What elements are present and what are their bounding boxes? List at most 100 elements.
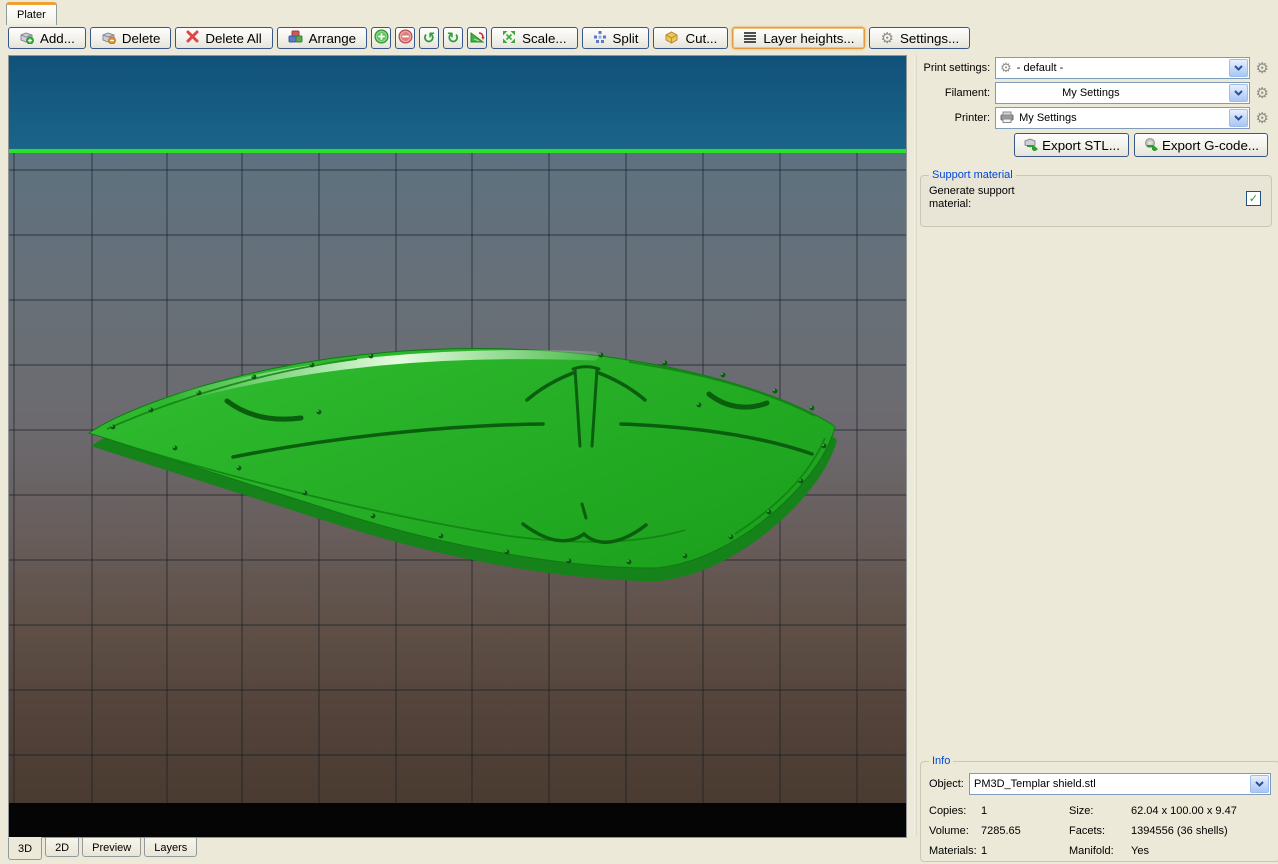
filament-label: Filament: [944,87,991,99]
split-button-label: Split [612,30,639,46]
chevron-down-icon[interactable] [1228,84,1248,102]
generate-support-label: Generate support material: [929,185,1015,210]
manifold-value: Yes [1131,845,1149,857]
printer-row: Printer: My Settings ⚙ [920,107,1272,129]
support-material-legend: Support material [932,169,1013,181]
view-tab-layers[interactable]: Layers [144,837,198,857]
panel-splitter[interactable] [914,55,917,836]
export-row: Export STL... Export G-code... [920,133,1268,157]
info-panel: Info Object: PM3D_Templar shield.stl Cop… [920,755,1278,862]
support-material-group: Support material Generate support materi… [920,169,1272,227]
filament-gear-button[interactable]: ⚙ [1253,83,1272,103]
printer-select[interactable]: My Settings [995,107,1250,129]
view-tab-bar: 3D 2D Preview Layers [8,837,198,860]
rotate-ccw-button[interactable]: ↺ [419,27,440,49]
cut-button[interactable]: Cut... [653,27,729,49]
volume-value: 7285.65 [981,825,1021,837]
rotate-cw-button[interactable]: ↻ [443,27,464,49]
rotate-angle-button[interactable] [467,27,488,49]
add-button[interactable]: Add... [8,27,86,49]
print-settings-gear-button[interactable]: ⚙ [1253,58,1272,78]
increase-copies-button[interactable] [371,27,392,49]
export-gcode-icon [1143,137,1159,154]
filament-select[interactable]: My Settings [995,82,1250,104]
volume-label: Volume: [929,825,969,837]
object-label: Object: [929,778,964,790]
rotate-cw-icon: ↻ [446,28,460,47]
split-dots-icon [593,30,607,47]
delete-button-label: Delete [121,30,161,46]
size-value: 62.04 x 100.00 x 9.47 [1131,805,1237,817]
scale-arrows-icon [502,30,516,47]
export-stl-icon [1023,137,1039,154]
3d-viewport[interactable] [8,55,907,838]
size-label: Size: [1069,805,1094,817]
print-settings-select[interactable]: ⚙ - default - [995,57,1250,79]
delete-button[interactable]: Delete [89,27,172,49]
tab-plater[interactable]: Plater [6,2,57,25]
view-tab-2d[interactable]: 2D [45,837,80,857]
printer-label: Printer: [954,112,991,124]
manifold-label: Manifold: [1069,845,1114,857]
rotate-ccw-icon: ↺ [422,28,436,47]
export-stl-label: Export STL... [1042,137,1120,153]
chevron-down-icon[interactable] [1250,775,1269,793]
gear-icon: ⚙ [880,28,894,47]
bed-scene [9,56,906,837]
delete-box-icon [101,30,116,47]
facets-label: Facets: [1069,825,1106,837]
facets-value: 1394556 (36 shells) [1131,825,1228,837]
settings-panel: Print settings: ⚙ - default - ⚙ Filament… [920,57,1272,227]
scale-button[interactable]: Scale... [491,27,578,49]
filament-row: Filament: My Settings ⚙ [920,82,1272,104]
materials-label: Materials: [929,845,977,857]
tab-plater-label: Plater [17,9,46,21]
print-settings-value: - default - [1016,62,1064,74]
export-gcode-label: Export G-code... [1161,137,1259,153]
export-gcode-button[interactable]: Export G-code... [1133,133,1268,157]
object-stats: Copies: 1 Size: 62.04 x 100.00 x 9.47 Vo… [929,805,1271,857]
export-stl-button[interactable]: Export STL... [1014,133,1129,157]
settings-button[interactable]: ⚙ Settings... [869,27,971,49]
chevron-down-icon[interactable] [1228,109,1248,127]
add-box-icon [19,30,34,47]
cut-box-icon [664,30,679,47]
print-settings-row: Print settings: ⚙ - default - ⚙ [920,57,1272,79]
split-button[interactable]: Split [581,27,650,49]
printer-gear-button[interactable]: ⚙ [1253,108,1272,128]
info-legend: Info [932,755,951,767]
object-value: PM3D_Templar shield.stl [974,778,1096,790]
rotate-angle-icon [470,30,485,47]
delete-all-button-label: Delete All [205,30,262,46]
minus-circle-icon [398,29,413,47]
layer-lines-icon [743,31,757,46]
generate-support-checkbox[interactable]: ✓ [1246,190,1261,206]
filament-value: My Settings [1062,87,1120,99]
copies-value: 1 [981,805,988,817]
view-tab-3d[interactable]: 3D [8,837,43,860]
cut-button-label: Cut... [685,30,718,46]
scale-button-label: Scale... [522,30,567,46]
materials-value: 1 [981,845,988,857]
copies-label: Copies: [929,805,967,817]
layer-heights-button-label: Layer heights... [763,30,855,46]
decrease-copies-button[interactable] [395,27,416,49]
add-button-label: Add... [40,30,75,46]
layer-heights-button[interactable]: Layer heights... [732,27,866,49]
delete-all-x-icon [186,30,199,46]
settings-button-label: Settings... [899,30,960,46]
check-icon: ✓ [1248,191,1259,205]
arrange-button[interactable]: Arrange [276,27,368,49]
printer-value: My Settings [1019,112,1077,124]
view-tab-preview[interactable]: Preview [82,837,142,857]
printer-icon [1000,111,1014,126]
print-settings-label: Print settings: [923,62,991,74]
plus-circle-icon [374,29,389,47]
arrange-cubes-icon [288,30,303,47]
preset-gear-icon: ⚙ [1000,60,1012,76]
object-select[interactable]: PM3D_Templar shield.stl [969,773,1271,795]
chevron-down-icon[interactable] [1228,59,1248,77]
delete-all-button[interactable]: Delete All [175,27,273,49]
arrange-button-label: Arrange [308,30,357,46]
toolbar: Add... Delete Delete All Arrange ↺ ↻ Sca… [8,26,971,50]
